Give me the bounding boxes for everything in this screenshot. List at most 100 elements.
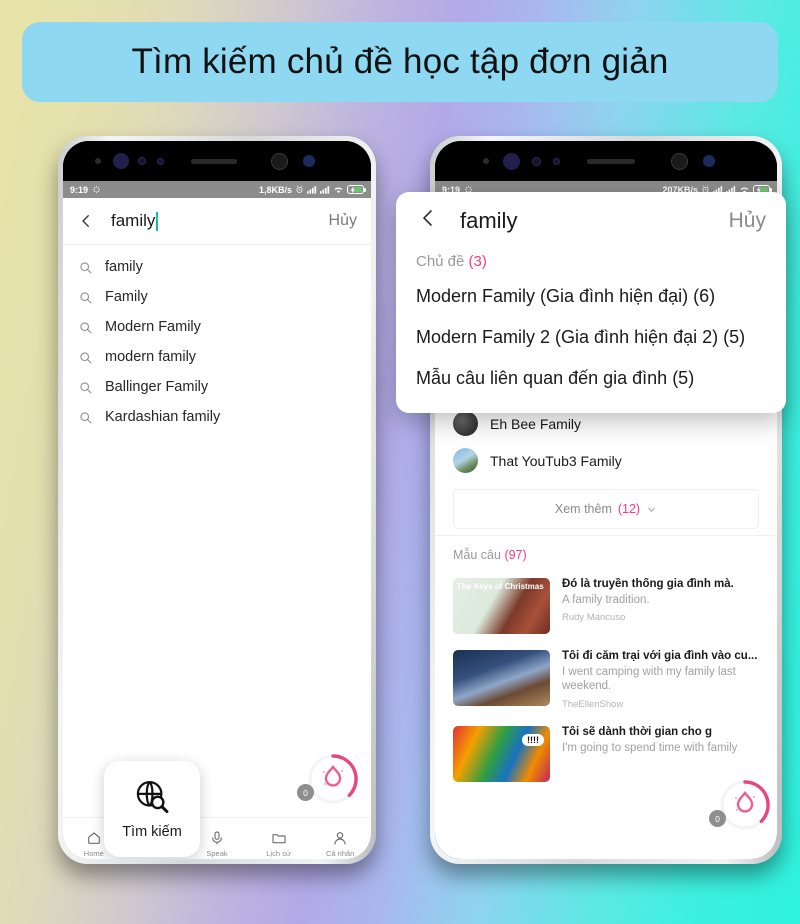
search-header-left: family Hủy	[63, 198, 371, 245]
cancel-button[interactable]: Hủy	[729, 209, 766, 233]
eh-bee-avatar	[453, 411, 478, 436]
phone-right-camera-strip	[435, 141, 777, 181]
list-item[interactable]: modern family	[63, 342, 371, 372]
text-caret	[156, 211, 159, 231]
search-input[interactable]: family	[111, 211, 329, 231]
globe-search-icon	[136, 781, 169, 814]
sentences-section-label: Mẫu câu	[453, 548, 501, 562]
chevron-down-icon	[648, 507, 655, 512]
tooltip-label: Tìm kiếm	[122, 824, 182, 840]
see-more-label: Xem thêm	[554, 502, 612, 516]
person-icon	[334, 831, 346, 845]
suggestion-label: Kardashian family	[105, 409, 221, 425]
sensor-dot-icon	[483, 158, 489, 164]
search-tooltip-card[interactable]: Tìm kiếm	[104, 761, 200, 857]
streak-count-badge: 0	[297, 784, 314, 801]
sentence-vi: Đó là truyền thống gia đình mà.	[562, 578, 734, 590]
topics-section-label: Chủ đề	[416, 253, 465, 270]
sentence-vi: Tôi đi cắm trại với gia đình vào cu...	[562, 650, 758, 662]
list-item[interactable]: Modern Family	[63, 312, 371, 342]
topics-section-count: (3)	[468, 253, 487, 270]
back-chevron-icon[interactable]	[416, 206, 440, 235]
list-item[interactable]: Kardashian family	[63, 402, 371, 432]
thumb-caption: !!!!	[522, 733, 544, 746]
sensor-dot2-icon	[532, 157, 541, 166]
microphone-icon	[212, 830, 222, 845]
wifi-icon	[333, 185, 344, 194]
search-icon	[79, 321, 92, 334]
sentence-en: A family tradition.	[562, 594, 650, 606]
headline-text: Tìm kiếm chủ đề học tập đơn giản	[131, 42, 669, 81]
phone-left-screen: family Hủy family Family Modern Family m…	[63, 198, 371, 859]
nav-label-history: Speak	[206, 848, 228, 858]
sentence-en: I'm going to spend time with family	[562, 741, 738, 754]
topics-section-header: Chủ đề (3)	[396, 247, 786, 276]
battery-icon	[347, 185, 366, 195]
sensor-dot3-icon	[157, 158, 164, 165]
flame-progress-ring	[308, 754, 358, 804]
flame-progress-ring	[720, 780, 770, 830]
led-indicator-icon	[303, 155, 315, 167]
sentence-vi: Tôi sẽ dành thời gian cho g	[562, 725, 713, 738]
status-time: 9:19	[70, 184, 89, 195]
headline-banner: Tìm kiếm chủ đề học tập đơn giản	[22, 22, 778, 102]
thumb-caption: The Keys of Christmas	[457, 582, 544, 591]
front-camera-icon	[503, 153, 520, 170]
list-item[interactable]: Modern Family 2 (Gia đình hiện đại 2) (5…	[396, 317, 786, 358]
streak-flame-widget[interactable]: 0	[709, 777, 773, 833]
suggestion-label: Modern Family	[105, 319, 201, 335]
nav-item-folder[interactable]: Lịch sử	[248, 830, 310, 858]
list-item[interactable]: Tôi đi cắm trại với gia đình vào cu... I…	[435, 642, 777, 718]
suggestion-label: family	[105, 259, 143, 275]
sentence-en: I went camping with my family last weeke…	[562, 666, 736, 693]
list-item[interactable]: family	[63, 252, 371, 282]
home-icon	[87, 831, 100, 844]
snowflake-icon	[92, 185, 101, 194]
search-suggestion-list: family Family Modern Family modern famil…	[63, 245, 371, 432]
sensor-dot2-icon	[138, 157, 146, 165]
list-item[interactable]: The Keys of Christmas Đó là truyền thống…	[435, 570, 777, 642]
search-icon	[79, 381, 92, 394]
streak-count-badge: 0	[709, 810, 726, 827]
see-more-count: (12)	[617, 502, 641, 516]
earpiece-speaker	[191, 159, 237, 164]
sensor-dot-icon	[95, 158, 101, 164]
channel-name: That YouTub3 Family	[490, 452, 622, 469]
alarm-icon	[295, 185, 304, 194]
list-item[interactable]: Mẫu câu liên quan đến gia đình (5)	[396, 358, 786, 399]
signal-4g-icon	[320, 185, 330, 194]
sentence-source: TheEllenShow	[562, 698, 624, 710]
ir-sensor-icon	[271, 153, 288, 170]
search-input[interactable]: family	[460, 208, 729, 234]
signal-icon	[307, 185, 317, 194]
see-more-button[interactable]: Xem thêm (12)	[453, 489, 759, 529]
flags-thumb: !!!!	[453, 725, 550, 782]
search-icon	[79, 411, 92, 424]
search-input-value: family	[111, 211, 156, 230]
overlay-search-header: family Hủy	[396, 192, 786, 247]
list-item[interactable]: Modern Family (Gia đình hiện đại) (6)	[396, 276, 786, 317]
earpiece-speaker	[587, 159, 635, 164]
list-item[interactable]: Family	[63, 282, 371, 312]
ellen-stage-thumb	[453, 650, 550, 706]
phone-left: 9:19 1,8KB/s family Hủy family Family Mo…	[58, 136, 376, 864]
back-chevron-icon[interactable]	[77, 212, 95, 230]
streak-flame-widget[interactable]: 0	[297, 751, 361, 807]
nav-item-profile[interactable]: Cá nhân	[309, 830, 371, 858]
search-icon	[79, 291, 92, 304]
suggestion-label: Family	[105, 289, 148, 305]
christmas-trailer-thumb: The Keys of Christmas	[453, 578, 550, 634]
status-network-speed: 1,8KB/s	[258, 184, 292, 195]
topics-overlay-panel: family Hủy Chủ đề (3) Modern Family (Gia…	[396, 192, 786, 413]
sentences-section-header: Mẫu câu (97)	[435, 536, 777, 570]
channel-name: Eh Bee Family	[490, 415, 582, 432]
sentence-source: Rudy Mancuso	[562, 612, 626, 624]
nav-label-profile: Cá nhân	[325, 848, 355, 858]
suggestion-label: modern family	[105, 349, 197, 365]
cancel-button[interactable]: Hủy	[329, 212, 357, 230]
search-icon	[79, 351, 92, 364]
phone-left-status-bar: 9:19 1,8KB/s	[63, 181, 371, 198]
list-item[interactable]: Ballinger Family	[63, 372, 371, 402]
list-item[interactable]: That YouTub3 Family	[435, 442, 777, 479]
phone-left-camera-strip	[63, 141, 371, 181]
